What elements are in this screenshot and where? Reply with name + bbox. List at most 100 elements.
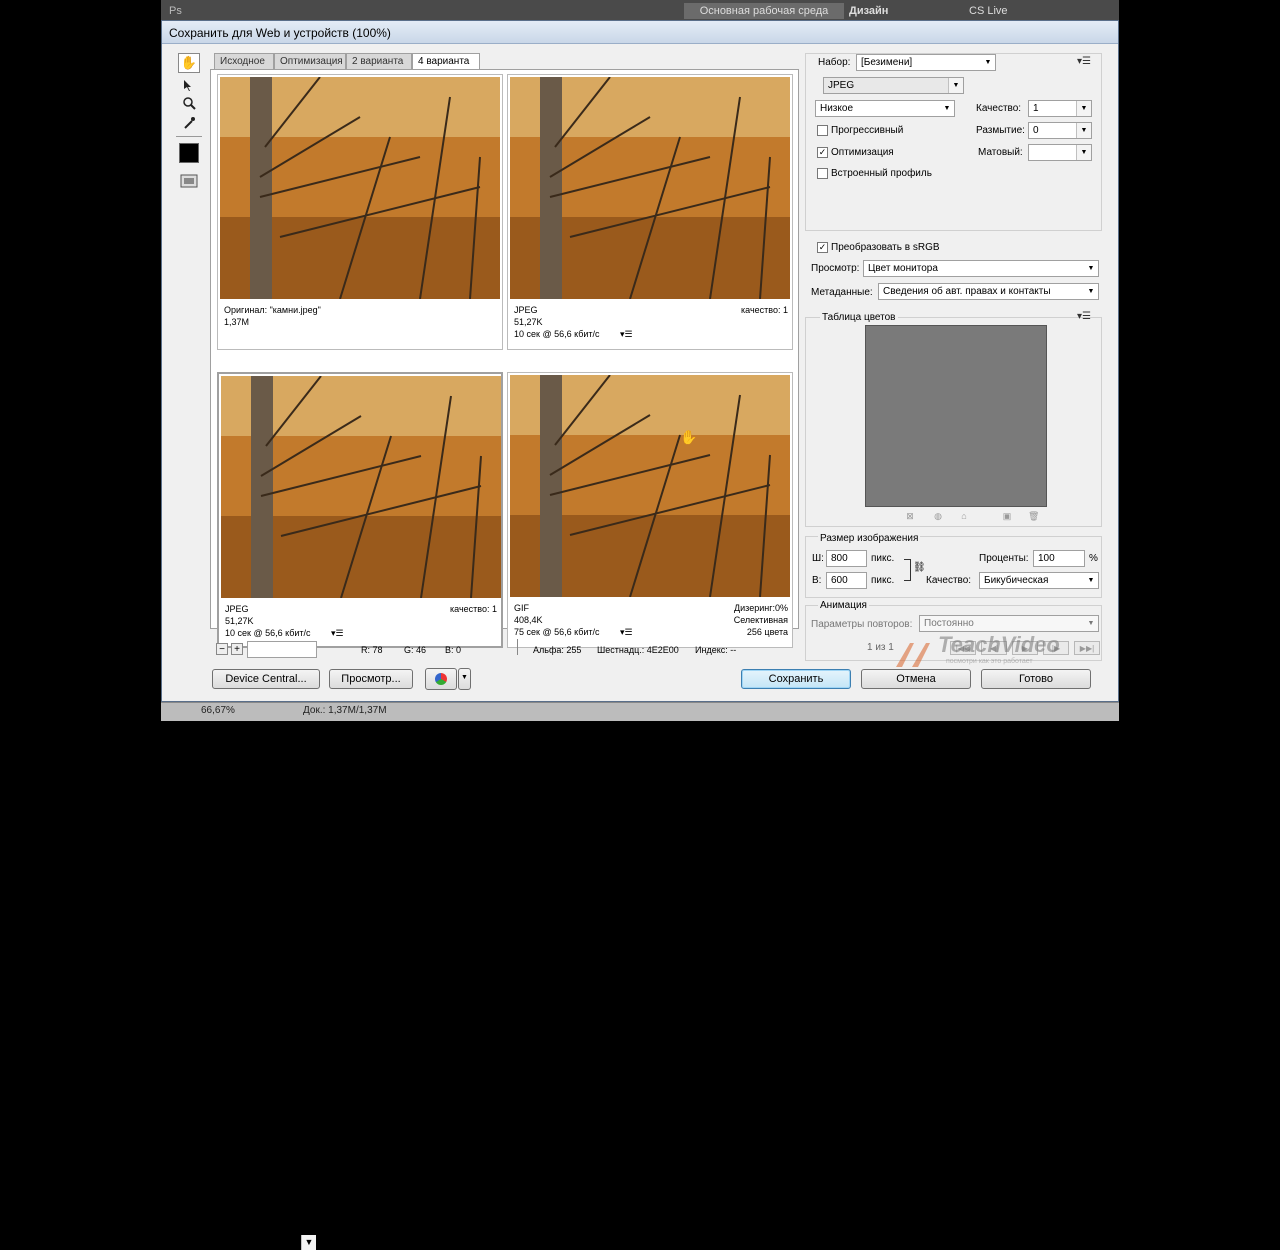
chevron-down-icon: ▼ xyxy=(461,674,468,681)
zoom-out-button[interactable]: − xyxy=(216,643,228,655)
zoom-tool[interactable] xyxy=(178,93,200,113)
forest-image xyxy=(510,375,790,597)
percent-label: Проценты: xyxy=(979,553,1029,564)
last-frame-button[interactable]: ▶▶| xyxy=(1074,641,1100,655)
chevron-down-icon: ▼ xyxy=(943,105,951,112)
matte-select[interactable]: ▼ xyxy=(1028,144,1092,161)
device-central-button[interactable]: Device Central... xyxy=(212,669,320,689)
quality-value: 1 xyxy=(1033,103,1039,114)
tab-4-up[interactable]: 4 варианта xyxy=(412,53,480,69)
chevron-down-icon: ▼ xyxy=(1087,620,1095,627)
tool-column: ✋ xyxy=(174,53,204,203)
eyedropper-color-swatch[interactable] xyxy=(178,143,200,163)
metadata-select[interactable]: Сведения об авт. правах и контакты ▼ xyxy=(878,283,1099,300)
preview-select[interactable]: Цвет монитора ▼ xyxy=(863,260,1099,277)
width-input[interactable]: 800 xyxy=(826,550,867,567)
dialog-title-bar[interactable]: Сохранить для Web и устройств (100%) xyxy=(162,21,1118,44)
preset-select[interactable]: [Безимени] ▼ xyxy=(856,54,996,71)
pane-quality: качество: 1 xyxy=(450,604,497,614)
browser-preview-button[interactable] xyxy=(425,668,457,690)
preview-pane-jpeg-2[interactable]: JPEG 51,27K 10 сек @ 56,6 кбит/с ▾☰ каче… xyxy=(217,372,503,648)
save-button[interactable]: Сохранить xyxy=(741,669,851,689)
format-select[interactable]: JPEG ▼ xyxy=(823,77,964,94)
tab-2-up[interactable]: 2 варианта xyxy=(346,53,412,69)
quality-level-value: Низкое xyxy=(820,103,854,114)
pane-format: JPEG xyxy=(514,305,538,315)
hand-icon: ✋ xyxy=(180,55,198,70)
pane-download-time: 75 сек @ 56,6 кбит/с xyxy=(514,627,600,637)
toggle-slices-button[interactable] xyxy=(178,171,200,191)
loop-select[interactable]: Постоянно ▼ xyxy=(919,615,1099,632)
save-for-web-dialog: Сохранить для Web и устройств (100%) ✋ И… xyxy=(161,20,1119,1250)
preview-button[interactable]: Просмотр... xyxy=(329,669,413,689)
percent-input[interactable]: 100 xyxy=(1033,550,1085,567)
hand-tool[interactable]: ✋ xyxy=(178,53,200,73)
loop-value: Постоянно xyxy=(924,618,974,629)
done-button[interactable]: Готово xyxy=(981,669,1091,689)
web-shift-icon[interactable]: ◍ xyxy=(933,511,943,521)
convert-srgb-checkbox[interactable]: ✓ xyxy=(817,242,828,253)
quality-input[interactable]: 1 ▼ xyxy=(1028,100,1092,117)
color-table-title: Таблица цветов xyxy=(820,312,898,323)
blue-readout: B: 0 xyxy=(445,645,462,655)
pane-menu-icon[interactable]: ▾☰ xyxy=(620,627,633,638)
tab-optimized[interactable]: Оптимизация xyxy=(274,53,346,69)
chevron-down-icon: ▼ xyxy=(984,59,992,66)
pane-menu-icon[interactable]: ▾☰ xyxy=(331,628,344,639)
convert-srgb-label: Преобразовать в sRGB xyxy=(831,242,940,253)
workspace-label: Основная рабочая среда xyxy=(699,5,829,17)
settings-menu-icon[interactable]: ▾☰ xyxy=(1077,56,1091,67)
pane-dither: Дизеринг:0% xyxy=(734,603,788,613)
autumn-trees-photo xyxy=(221,376,501,598)
quality-level-select[interactable]: Низкое ▼ xyxy=(815,100,955,117)
frame-counter: 1 из 1 xyxy=(867,642,894,653)
new-color-icon[interactable]: ▣ xyxy=(1002,511,1012,521)
zoom-level-select[interactable]: 100% ▼ xyxy=(247,641,317,1250)
color-table-menu-icon[interactable]: ▾☰ xyxy=(1077,311,1091,322)
embedded-profile-checkbox[interactable] xyxy=(817,168,828,179)
blur-input[interactable]: 0 ▼ xyxy=(1028,122,1092,139)
chevron-down-icon: ▼ xyxy=(1076,123,1091,138)
preview-pane-gif[interactable]: ✋ GIF 408,4K 75 сек @ 56,6 кбит/с ▾☰ Диз… xyxy=(507,372,793,648)
tab-original[interactable]: Исходное xyxy=(214,53,274,69)
embedded-profile-label: Встроенный профиль xyxy=(831,168,932,179)
width-value: 800 xyxy=(831,553,848,564)
status-divider xyxy=(517,639,518,655)
watermark-brand: TeachVideo xyxy=(938,632,1060,657)
preview-pane-original[interactable]: Оригинал: "камни.jpeg" 1,37M xyxy=(217,74,503,350)
design-workspace-label[interactable]: Дизайн xyxy=(849,5,888,17)
pane-menu-icon[interactable]: ▾☰ xyxy=(620,329,633,340)
browser-select-dropdown[interactable]: ▼ xyxy=(458,668,471,690)
height-label: В: xyxy=(812,575,822,586)
zoom-in-button[interactable]: + xyxy=(231,643,243,655)
resample-quality-select[interactable]: Бикубическая ▼ xyxy=(979,572,1099,589)
cancel-button[interactable]: Отмена xyxy=(861,669,971,689)
chevron-down-icon: ▼ xyxy=(1087,577,1095,584)
color-swatch-icon xyxy=(179,143,199,163)
autumn-trees-photo xyxy=(510,77,790,299)
slice-select-tool[interactable] xyxy=(178,75,200,95)
checkmark-icon: ✓ xyxy=(818,242,827,252)
forest-image xyxy=(510,77,790,299)
pane-size: 51,27K xyxy=(514,317,543,327)
workspace-switcher[interactable]: Основная рабочая среда xyxy=(684,3,844,19)
constrain-link-icon[interactable]: ⛓ xyxy=(913,562,926,573)
width-unit: пикс. xyxy=(871,553,895,564)
eyedropper-tool[interactable] xyxy=(178,113,200,133)
pane-line1: Оригинал: "камни.jpeg" xyxy=(224,305,321,315)
photoshop-status-bar: 66,67% Док.: 1,37M/1,37M xyxy=(161,702,1119,721)
trash-icon[interactable]: 🗑 xyxy=(1028,511,1039,521)
browser-globe-icon xyxy=(435,673,447,685)
lock-color-icon[interactable]: ⌂ xyxy=(959,511,969,521)
index-readout: Индекс: -- xyxy=(695,645,737,655)
progressive-checkbox[interactable] xyxy=(817,125,828,136)
cslive-label[interactable]: CS Live xyxy=(969,5,1008,17)
preview-pane-jpeg-1[interactable]: JPEG 51,27K 10 сек @ 56,6 кбит/с ▾☰ каче… xyxy=(507,74,793,350)
pane-download-time: 10 сек @ 56,6 кбит/с xyxy=(514,329,600,339)
optimized-checkbox[interactable]: ✓ xyxy=(817,147,828,158)
ps-logo-icon: Ps xyxy=(169,5,182,17)
map-color-icon[interactable]: ⊠ xyxy=(905,511,915,521)
height-input[interactable]: 600 xyxy=(826,572,867,589)
image-size-title: Размер изображения xyxy=(818,533,921,544)
chevron-down-icon: ▼ xyxy=(1087,265,1095,272)
